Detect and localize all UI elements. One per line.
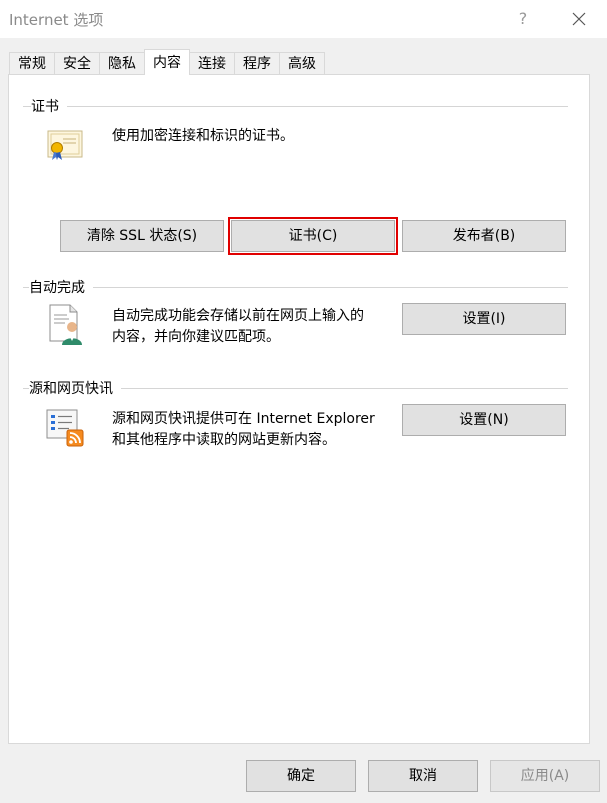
tab-security[interactable]: 安全 <box>54 52 100 75</box>
feeds-description-line1: 源和网页快讯提供可在 Internet Explorer <box>112 411 375 427</box>
tab-general[interactable]: 常规 <box>9 52 55 75</box>
publishers-button[interactable]: 发布者(B) <box>402 220 566 252</box>
tab-programs[interactable]: 程序 <box>234 52 280 75</box>
autocomplete-settings-button[interactable]: 设置(I) <box>402 303 566 335</box>
certificates-group-title: 证书 <box>31 96 67 116</box>
dialog-body: 常规 安全 隐私 内容 连接 程序 高级 证书 使用加密连接和标识的证书。 清除… <box>0 38 607 803</box>
autocomplete-description-line1: 自动完成功能会存储以前在网页上输入的 <box>112 308 364 324</box>
group-divider <box>23 287 568 288</box>
window-title: Internet 选项 <box>9 11 104 29</box>
tab-connections[interactable]: 连接 <box>189 52 235 75</box>
autocomplete-group-title: 自动完成 <box>29 277 93 297</box>
certificates-description: 使用加密连接和标识的证书。 <box>112 128 294 144</box>
group-divider <box>23 106 568 107</box>
title-bar: Internet 选项 ? <box>0 0 607 38</box>
tab-content[interactable]: 内容 <box>144 49 190 75</box>
certificates-button[interactable]: 证书(C) <box>228 217 398 255</box>
clear-ssl-state-button[interactable]: 清除 SSL 状态(S) <box>60 220 224 252</box>
tab-advanced[interactable]: 高级 <box>279 52 325 75</box>
close-icon <box>572 12 586 26</box>
autocomplete-description-line2: 内容，并向你建议匹配项。 <box>112 329 280 345</box>
content-tab-panel: 证书 使用加密连接和标识的证书。 清除 SSL 状态(S) 证书(C) 发布者(… <box>8 74 590 744</box>
feeds-settings-button[interactable]: 设置(N) <box>402 404 566 436</box>
cancel-button[interactable]: 取消 <box>368 760 478 792</box>
feeds-group-title: 源和网页快讯 <box>29 378 121 398</box>
certificate-icon <box>45 125 85 169</box>
apply-button[interactable]: 应用(A) <box>490 760 600 792</box>
autocomplete-icon <box>47 303 87 351</box>
tab-privacy[interactable]: 隐私 <box>99 52 145 75</box>
feeds-description-line2: 和其他程序中读取的网站更新内容。 <box>112 432 336 448</box>
close-button[interactable] <box>565 6 593 32</box>
feeds-icon <box>45 408 87 452</box>
tab-strip: 常规 安全 隐私 内容 连接 程序 高级 <box>9 49 325 75</box>
help-button[interactable]: ? <box>510 6 536 32</box>
ok-button[interactable]: 确定 <box>246 760 356 792</box>
